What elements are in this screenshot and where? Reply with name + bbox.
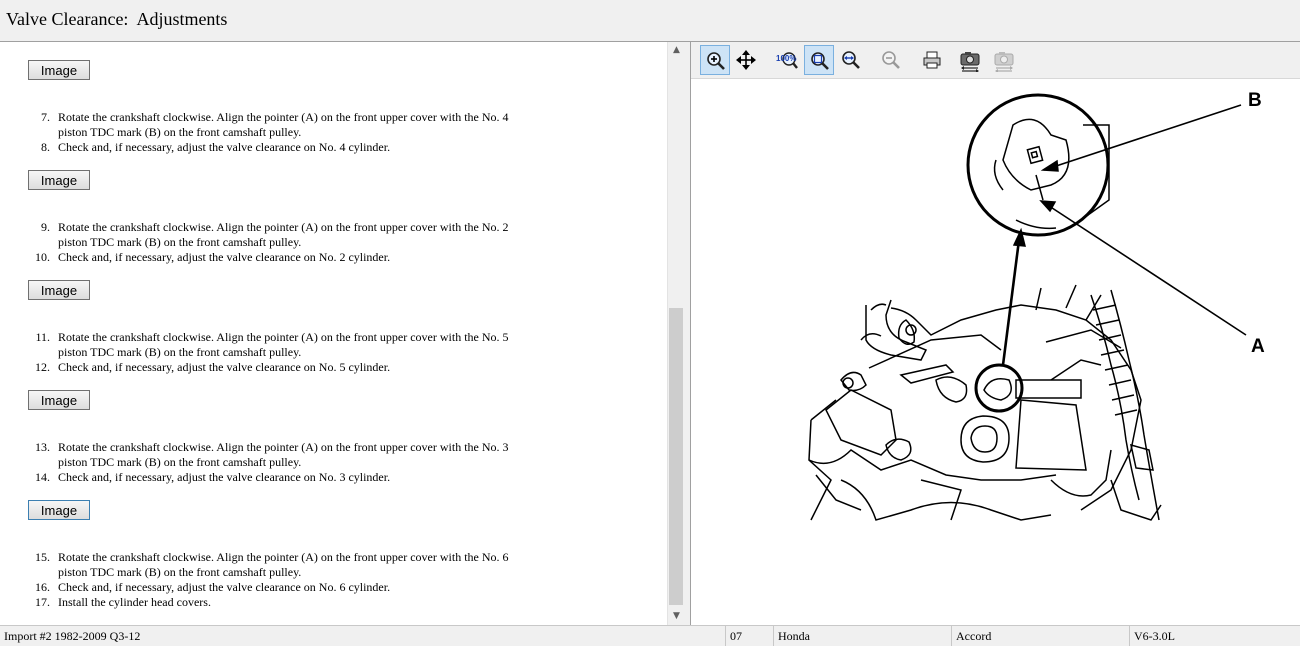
zoom-out-button[interactable] bbox=[876, 45, 906, 75]
callout-label-b: B bbox=[1248, 90, 1262, 111]
step-number: 7. bbox=[41, 110, 50, 124]
step-text: Rotate the crankshaft clockwise. Align t… bbox=[58, 220, 509, 249]
status-make: Honda bbox=[773, 626, 951, 646]
step-text: Rotate the crankshaft clockwise. Align t… bbox=[58, 550, 509, 579]
step-text: Check and, if necessary, adjust the valv… bbox=[58, 470, 391, 484]
step-number: 12. bbox=[35, 360, 50, 374]
vertical-scrollbar[interactable]: ▲ ▼ bbox=[667, 42, 685, 625]
zoom-in-icon bbox=[707, 52, 725, 70]
print-button[interactable] bbox=[917, 45, 947, 75]
status-model: Accord bbox=[951, 626, 1129, 646]
pan-move-icon bbox=[736, 50, 756, 70]
copy-image-disabled-icon bbox=[994, 52, 1014, 72]
step-number: 14. bbox=[35, 470, 50, 484]
status-code: 07 bbox=[725, 626, 773, 646]
print-icon bbox=[923, 51, 941, 69]
step-number: 13. bbox=[35, 440, 50, 454]
fit-to-window-icon bbox=[811, 52, 829, 70]
fit-to-window-button[interactable] bbox=[804, 45, 834, 75]
copy-image-icon bbox=[960, 52, 980, 72]
fit-width-button[interactable] bbox=[836, 45, 866, 75]
step-number: 15. bbox=[35, 550, 50, 564]
magnified-detail-circle bbox=[966, 93, 1110, 237]
pan-button[interactable] bbox=[731, 45, 761, 75]
zoom-out-icon bbox=[882, 51, 900, 69]
engine-timing-illustration: B A bbox=[808, 90, 1265, 521]
actual-size-100-icon: 100% bbox=[776, 52, 798, 69]
svg-text:100%: 100% bbox=[776, 54, 796, 63]
copy-image-disabled-button[interactable] bbox=[988, 45, 1018, 75]
zoom-in-button[interactable] bbox=[700, 45, 730, 75]
step-text: Check and, if necessary, adjust the valv… bbox=[58, 580, 391, 594]
status-bar: Import #2 1982-2009 Q3-12 07 Honda Accor… bbox=[0, 625, 1300, 646]
window-title-bar: Valve Clearance: Adjustments bbox=[0, 0, 1300, 42]
procedure-pane[interactable]: Image 7. Rotate the crankshaft clockwise… bbox=[0, 42, 667, 625]
image-button[interactable]: Image bbox=[28, 280, 90, 300]
step-text: Check and, if necessary, adjust the valv… bbox=[58, 250, 391, 264]
step-text: Rotate the crankshaft clockwise. Align t… bbox=[58, 110, 509, 139]
step-text: Check and, if necessary, adjust the valv… bbox=[58, 140, 391, 154]
clipped-text-remnant bbox=[40, 42, 500, 46]
step-text: Rotate the crankshaft clockwise. Align t… bbox=[58, 330, 509, 359]
fit-width-icon bbox=[842, 51, 860, 69]
image-button[interactable]: Image bbox=[28, 60, 90, 80]
small-detail-circle bbox=[974, 363, 1024, 413]
step-number: 8. bbox=[41, 140, 50, 154]
step-number: 11. bbox=[35, 330, 50, 344]
callout-line-b bbox=[1043, 104, 1242, 171]
status-source: Import #2 1982-2009 Q3-12 bbox=[4, 629, 141, 643]
step-number: 10. bbox=[35, 250, 50, 264]
step-number: 17. bbox=[35, 595, 50, 609]
image-viewer-pane: 100% B A bbox=[691, 42, 1300, 625]
status-engine: V6-3.0L bbox=[1129, 626, 1300, 646]
step-text: Check and, if necessary, adjust the valv… bbox=[58, 360, 391, 374]
image-button-focused[interactable]: Image bbox=[28, 500, 90, 520]
image-button[interactable]: Image bbox=[28, 170, 90, 190]
scroll-up-arrow-icon[interactable]: ▲ bbox=[668, 42, 685, 59]
step-number: 9. bbox=[41, 220, 50, 234]
image-toolbar: 100% bbox=[691, 42, 1300, 79]
copy-image-button[interactable] bbox=[954, 45, 984, 75]
window-title: Valve Clearance: Adjustments bbox=[6, 9, 228, 29]
pane-splitter[interactable] bbox=[684, 42, 691, 625]
actual-size-button[interactable]: 100% bbox=[771, 45, 801, 75]
step-text: Install the cylinder head covers. bbox=[58, 595, 211, 609]
step-number: 16. bbox=[35, 580, 50, 594]
step-text: Rotate the crankshaft clockwise. Align t… bbox=[58, 440, 509, 469]
scrollbar-thumb[interactable] bbox=[669, 308, 683, 605]
callout-label-a: A bbox=[1251, 336, 1265, 357]
image-button[interactable]: Image bbox=[28, 390, 90, 410]
scroll-down-arrow-icon[interactable]: ▼ bbox=[668, 608, 685, 625]
